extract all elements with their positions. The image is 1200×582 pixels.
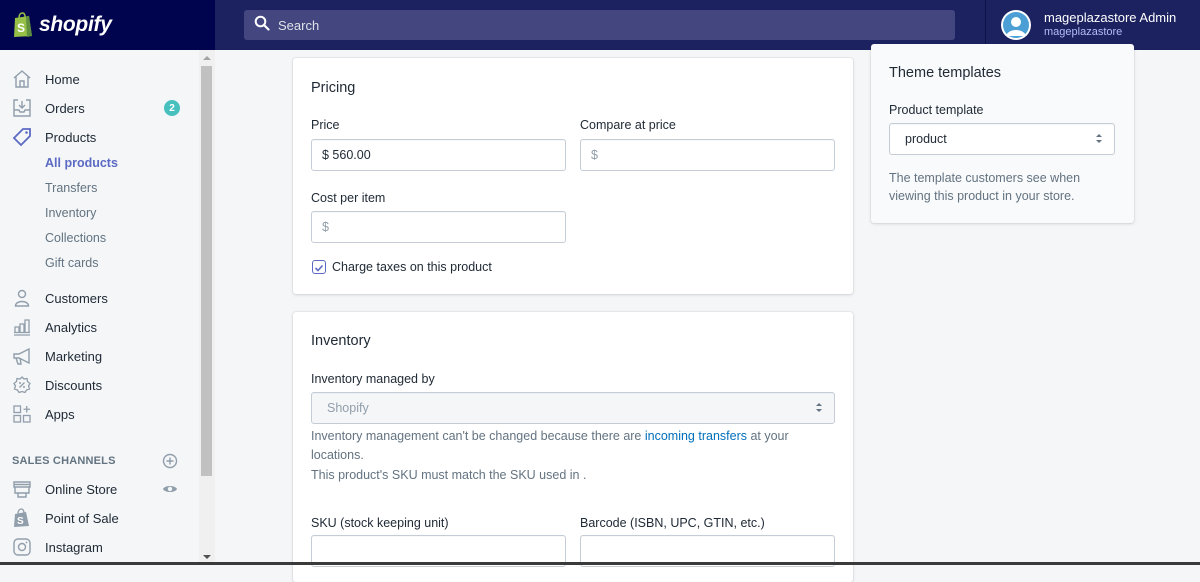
sidebar-subitem-all-products[interactable]: All products [45, 156, 118, 170]
sidebar-item-label: Orders [45, 100, 85, 116]
select-arrows-icon [816, 403, 822, 413]
inventory-managed-by-value: Shopify [327, 401, 369, 415]
inventory-managed-by-label: Inventory managed by [311, 372, 435, 386]
orders-icon [11, 97, 33, 119]
apps-icon [11, 403, 33, 425]
orders-count-badge: 2 [164, 100, 180, 116]
sidebar-item-label: Products [45, 129, 97, 145]
sidebar-subitem-collections[interactable]: Collections [45, 231, 106, 245]
scrollbar-thumb[interactable] [201, 66, 212, 476]
pricing-title: Pricing [311, 80, 356, 96]
add-sales-channel-icon[interactable] [162, 453, 178, 474]
sidebar-item-discounts[interactable]: Discounts [0, 371, 200, 399]
sku-note: This product's SKU must match the SKU us… [311, 468, 587, 482]
sidebar-item-label: Analytics [45, 319, 98, 335]
checkmark-icon [314, 264, 324, 272]
pricing-card: Pricing Price $ 560.00 Compare at price … [293, 58, 853, 294]
account-name: mageplazastore Admin [1044, 10, 1177, 26]
sidebar-scrollbar[interactable] [199, 50, 215, 565]
sidebar-item-label: Online Store [45, 481, 118, 497]
svg-text:S: S [17, 516, 24, 527]
sidebar-item-label: Customers [45, 290, 108, 306]
pos-bag-icon: S [11, 507, 33, 529]
person-icon [11, 287, 33, 309]
inventory-help-text: Inventory management can't be changed be… [311, 427, 811, 465]
theme-templates-card: Theme templates Product template product… [871, 44, 1134, 223]
scroll-up-arrow-icon[interactable] [203, 56, 211, 60]
search-input[interactable]: Search [244, 10, 955, 40]
store-icon [11, 478, 33, 500]
cost-per-item-label: Cost per item [311, 191, 386, 205]
sidebar-channel-online-store[interactable]: Online Store [0, 475, 200, 503]
megaphone-icon [11, 345, 33, 367]
compare-at-price-input[interactable]: $ [580, 139, 835, 171]
cost-per-item-placeholder: $ [322, 220, 329, 234]
help-text-prefix: Inventory management can't be changed be… [311, 429, 645, 443]
scroll-down-arrow-icon[interactable] [203, 555, 211, 559]
brand-wordmark: shopify [39, 13, 112, 36]
top-bar: S shopify Search mageplazastore Admin ma… [0, 0, 1200, 50]
incoming-transfers-link[interactable]: incoming transfers [645, 429, 747, 443]
discount-icon [11, 374, 33, 396]
sidebar-item-orders[interactable]: Orders 2 [0, 94, 200, 122]
sidebar-item-label: Discounts [45, 377, 103, 393]
product-template-help: The template customers see when viewing … [889, 171, 1081, 203]
sidebar-subitem-transfers[interactable]: Transfers [45, 181, 97, 195]
sidebar-subitem-inventory[interactable]: Inventory [45, 206, 96, 220]
barcode-label: Barcode (ISBN, UPC, GTIN, etc.) [580, 516, 765, 530]
sidebar-item-home[interactable]: Home [0, 65, 200, 93]
inventory-managed-by-select[interactable]: Shopify [311, 392, 835, 424]
sidebar-channel-point-of-sale[interactable]: S Point of Sale [0, 504, 200, 532]
sidebar-item-label: Instagram [45, 539, 103, 555]
theme-templates-title: Theme templates [889, 65, 1002, 81]
inventory-card: Inventory Inventory managed by Shopify I… [293, 312, 853, 582]
view-store-eye-icon[interactable] [162, 481, 178, 502]
bar-chart-icon [11, 316, 33, 338]
compare-at-price-placeholder: $ [591, 148, 598, 162]
sidebar-item-customers[interactable]: Customers [0, 284, 200, 312]
compare-at-price-label: Compare at price [580, 118, 676, 132]
charge-taxes-label[interactable]: Charge taxes on this product [332, 260, 492, 274]
sidebar-item-apps[interactable]: Apps [0, 400, 200, 428]
account-store: mageplazastore [1044, 26, 1123, 39]
shopify-bag-icon: S [12, 12, 34, 38]
sidebar-item-label: Marketing [45, 348, 103, 364]
sidebar-item-products[interactable]: Products [0, 123, 200, 151]
sidebar-item-marketing[interactable]: Marketing [0, 342, 200, 370]
home-icon [11, 68, 33, 90]
select-arrows-icon [1096, 134, 1102, 144]
sidebar: Home Orders 2 Products All products Tran… [0, 50, 200, 565]
sidebar-item-label: Point of Sale [45, 510, 119, 526]
price-input[interactable]: $ 560.00 [311, 139, 566, 171]
sidebar-item-label: Home [45, 71, 80, 87]
sales-channels-heading: SALES CHANNELS [12, 455, 116, 467]
sidebar-item-analytics[interactable]: Analytics [0, 313, 200, 341]
product-template-value: product [905, 132, 947, 146]
price-value: $ 560.00 [322, 148, 371, 162]
price-label: Price [311, 118, 340, 132]
product-template-select[interactable]: product [889, 123, 1115, 155]
sidebar-item-label: Apps [45, 406, 75, 422]
account-menu[interactable]: mageplazastore Admin mageplazastore [985, 0, 1200, 50]
search-placeholder: Search [278, 17, 320, 33]
tag-icon [11, 126, 33, 148]
sku-label: SKU (stock keeping unit) [311, 516, 449, 530]
svg-text:S: S [17, 21, 25, 35]
avatar [1001, 10, 1031, 40]
sidebar-subitem-gift-cards[interactable]: Gift cards [45, 256, 99, 270]
inventory-title: Inventory [311, 333, 371, 349]
search-icon [254, 15, 270, 36]
instagram-icon [11, 536, 33, 558]
cost-per-item-input[interactable]: $ [311, 211, 566, 243]
product-template-label: Product template [889, 103, 984, 117]
sidebar-channel-instagram[interactable]: Instagram [0, 533, 200, 561]
charge-taxes-checkbox[interactable] [312, 260, 326, 274]
shopify-logo[interactable]: S shopify [0, 0, 215, 50]
